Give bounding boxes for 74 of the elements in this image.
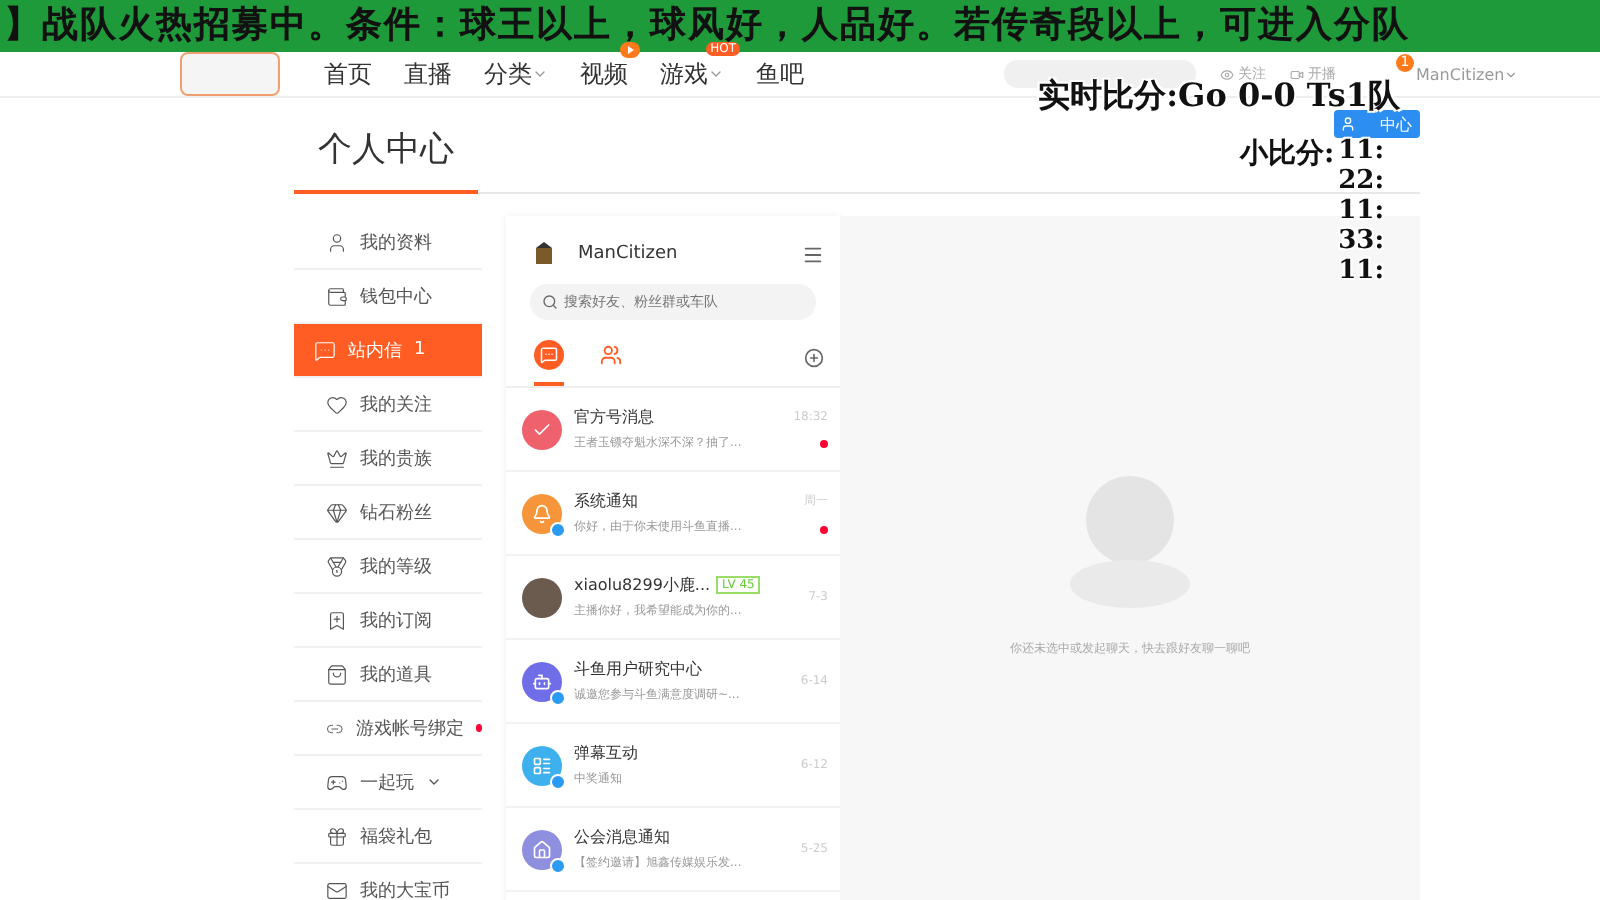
conversation-title: 公会消息通知 — [574, 826, 670, 848]
conversation-title: 斗鱼用户研究中心 — [574, 658, 702, 680]
user-icon — [1340, 116, 1356, 132]
list-icon — [532, 755, 552, 775]
small-score: 11: — [1338, 256, 1384, 286]
conversation-title: 弹幕互动 — [574, 742, 638, 764]
search-icon — [542, 294, 558, 310]
sidebar-item[interactable]: 我的大宝币 — [294, 864, 482, 900]
user-icon — [326, 231, 348, 253]
crest-icon — [534, 240, 554, 268]
conversation-title: 官方号消息 — [574, 406, 654, 428]
sidebar-item[interactable]: 福袋礼包 — [294, 810, 482, 864]
conversation-title: xiaolu8299小鹿... — [574, 574, 711, 596]
nav-link[interactable]: 鱼吧 — [756, 57, 804, 91]
username: ManCitizen — [578, 244, 680, 264]
sidebar-label: 钱包中心 — [360, 285, 432, 309]
heart-icon — [326, 393, 348, 415]
chats-tab[interactable] — [534, 340, 564, 386]
sidebar-label: 我的等级 — [360, 555, 432, 579]
sidebar-item[interactable]: 我的资料 — [294, 216, 482, 270]
nav-link[interactable]: 视频 — [580, 57, 628, 91]
nav-link[interactable]: 直播 — [404, 57, 452, 91]
nav-link[interactable]: 游戏 — [660, 57, 724, 91]
envelope-icon — [326, 879, 348, 900]
sidebar-label: 我的道具 — [360, 663, 432, 687]
nav-link[interactable]: 分类 — [484, 57, 548, 91]
small-score: 11: — [1338, 136, 1384, 166]
avatar-photo-placeholder — [522, 577, 562, 617]
bell-icon — [532, 503, 552, 523]
crown-icon — [326, 447, 348, 469]
sidebar-item[interactable]: 我的等级 — [294, 540, 482, 594]
small-score-label: 小比分: — [1239, 136, 1335, 174]
sidebar-label: 钻石粉丝 — [360, 501, 432, 525]
house-icon — [532, 839, 552, 859]
sidebar-label: 我的订阅 — [360, 609, 432, 633]
people-icon — [600, 344, 622, 366]
sidebar-label: 福袋礼包 — [360, 825, 432, 849]
small-score: 22: — [1338, 166, 1384, 196]
add-icon[interactable] — [804, 347, 824, 367]
small-score: 33: — [1338, 226, 1384, 256]
unread-count: 1 — [414, 340, 426, 360]
sidebar-item[interactable]: 游戏帐号绑定 — [294, 702, 482, 756]
medal-icon — [326, 555, 348, 577]
sidebar-label: 游戏帐号绑定 — [355, 717, 464, 741]
video-camera-icon — [1290, 67, 1304, 81]
sidebar-label: 站内信 — [348, 339, 402, 363]
eye-icon — [1220, 67, 1234, 81]
gamepad-icon — [326, 771, 348, 793]
sidebar-item[interactable]: 钻石粉丝 — [294, 486, 482, 540]
sidebar-label: 我的资料 — [360, 231, 432, 255]
caret-icon — [1504, 67, 1519, 81]
sidebar-item[interactable]: 我的订阅 — [294, 594, 482, 648]
sidebar-item[interactable]: 一起玩 — [294, 756, 482, 810]
sidebar-item[interactable]: 我的道具 — [294, 648, 482, 702]
page-title: 个人中心 — [294, 126, 478, 194]
chat-icon — [314, 339, 336, 361]
sidebar-item[interactable]: 我的贵族 — [294, 432, 482, 486]
gem-icon — [326, 501, 348, 523]
sidebar-label: 一起玩 — [360, 771, 414, 795]
wallet-icon — [326, 285, 348, 307]
sidebar-label: 我的贵族 — [360, 447, 432, 471]
menu-icon[interactable] — [802, 243, 824, 265]
bookmark-icon — [326, 609, 348, 631]
gift-icon — [326, 825, 348, 847]
chat-bubble-icon — [540, 346, 558, 364]
small-score: 11: — [1338, 196, 1384, 226]
sidebar-item[interactable]: 我的关注 — [294, 378, 482, 432]
nav-link[interactable]: 首页 — [324, 57, 372, 91]
check-icon — [532, 419, 552, 439]
sidebar-label: 我的大宝币 — [360, 879, 450, 900]
sidebar-label: 我的关注 — [360, 393, 432, 417]
robot-icon — [532, 671, 552, 691]
bag-icon — [326, 663, 348, 685]
conversation-title: 系统通知 — [574, 490, 638, 512]
